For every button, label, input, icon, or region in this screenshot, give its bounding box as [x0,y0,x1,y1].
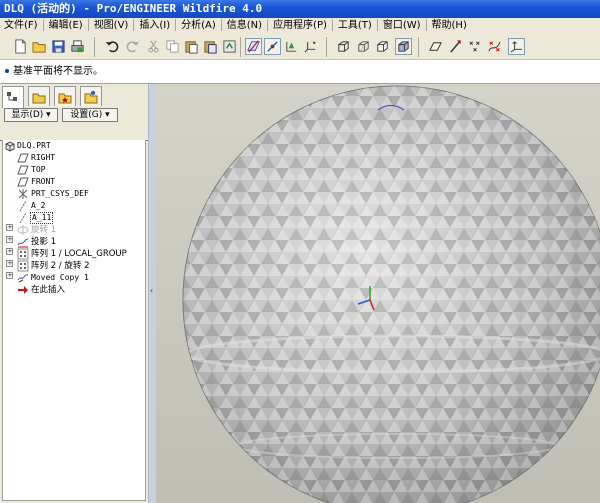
menu-bar: 文件(F) 编辑(E) 视图(V) 插入(I) 分析(A) 信息(N) 应用程序(P) 工具(… [0,18,600,34]
copy-icon[interactable] [164,38,181,55]
show-dropdown[interactable]: 显示(D) ▾ [4,108,58,122]
coordinate-system-toggle-icon[interactable] [302,38,319,55]
toolbar [0,34,600,60]
message-text: 基准平面将不显示。 [13,66,103,77]
new-file-icon[interactable] [12,38,29,55]
tree-item-pattern-1[interactable]: 阵列 1 / LOCAL_GROUP [31,248,127,260]
tab-model-tree[interactable] [2,86,24,108]
datum-plane-icon [17,152,29,164]
tree-item-top[interactable]: TOP [31,164,45,176]
undo-icon[interactable] [104,38,121,55]
tree-item-axis-a2[interactable]: A_2 [31,200,45,212]
tree-item-right[interactable]: RIGHT [31,152,55,164]
datum-plane-toggle-icon[interactable] [245,38,262,55]
menu-tools[interactable]: 工具(T) [334,18,376,34]
tree-item-front[interactable]: FRONT [31,176,55,188]
tab-favorites[interactable] [54,86,76,106]
tree-item-axis-a11[interactable]: A_11 [30,212,54,224]
paste-special-icon[interactable] [202,38,219,55]
menu-window[interactable]: 窗口(W) [379,18,425,34]
menu-file[interactable]: 文件(F) [0,18,42,34]
tree-root-part[interactable]: DLQ.PRT [17,140,51,152]
pattern-icon [17,248,29,260]
menu-view[interactable]: 视图(V) [90,18,133,34]
pattern-icon [17,260,29,272]
expand-icon[interactable]: + [6,236,13,243]
tree-item-projection-1[interactable]: 投影 1 [31,236,56,248]
projection-icon [17,236,29,248]
regenerate-icon[interactable] [221,38,238,55]
menu-analysis[interactable]: 分析(A) [177,18,220,34]
cut-icon[interactable] [145,38,162,55]
coordinate-system-icon [17,188,29,200]
menu-info[interactable]: 信息(N) [223,18,266,34]
tab-connections[interactable] [80,86,102,106]
panel-splitter[interactable]: ‹ [148,84,156,503]
datum-point-tool-icon[interactable] [467,38,484,55]
insert-here-arrow-icon [17,284,29,296]
datum-axis-icon [17,212,29,224]
save-icon[interactable] [50,38,67,55]
tree-item-pattern-2[interactable]: 阵列 2 / 旋转 2 [31,260,90,272]
datum-plane-tool-icon[interactable] [427,38,444,55]
expand-icon[interactable]: + [6,224,13,231]
tree-item-csys[interactable]: PRT_CSYS_DEF [31,188,89,200]
message-bullet-icon [5,69,9,73]
message-area: 基准平面将不显示。 [0,60,600,84]
revolve-icon [17,224,29,236]
tree-item-moved-copy-1[interactable]: Moved Copy 1 [31,272,89,284]
tree-item-revolve-1[interactable]: 旋转 1 [31,224,56,236]
shading-icon[interactable] [395,38,412,55]
part-icon [4,140,16,152]
settings-dropdown[interactable]: 设置(G) ▾ [62,108,118,122]
menu-edit[interactable]: 编辑(E) [45,18,87,34]
window-title: DLQ (活动的) - Pro/ENGINEER Wildfire 4.0 [0,0,600,18]
expand-icon[interactable]: + [6,260,13,267]
no-hidden-icon[interactable] [374,38,391,55]
sphere-model [182,85,600,503]
model-tree-panel: 显示(D) ▾ 设置(G) ▾ DLQ.PRT RIGHT TOP FRONT … [0,84,148,503]
graphics-window[interactable] [156,84,600,503]
hidden-line-icon[interactable] [355,38,372,55]
datum-point-toggle-icon[interactable] [283,38,300,55]
open-folder-icon[interactable] [31,38,48,55]
redo-icon[interactable] [124,38,141,55]
expand-icon[interactable]: + [6,248,13,255]
datum-axis-toggle-icon[interactable] [264,38,281,55]
menu-insert[interactable]: 插入(I) [135,18,174,34]
tab-folder-browser[interactable] [28,86,50,106]
moved-copy-icon [17,272,29,284]
datum-plane-icon [17,176,29,188]
menu-help[interactable]: 帮助(H) [428,18,471,34]
collapse-arrow-icon[interactable]: ‹ [150,286,155,296]
datum-plane-icon [17,164,29,176]
coordinate-system-tool-icon[interactable] [508,38,525,55]
datum-axis-tool-icon[interactable] [447,38,464,55]
datum-curve-tool-icon[interactable] [486,38,503,55]
tree-item-insert-here[interactable]: 在此插入 [31,284,65,296]
expand-icon[interactable]: + [6,272,13,279]
print-icon[interactable] [69,38,86,55]
menu-applications[interactable]: 应用程序(P) [269,18,331,34]
wireframe-icon[interactable] [335,38,352,55]
datum-axis-icon [17,200,29,212]
paste-icon[interactable] [183,38,200,55]
